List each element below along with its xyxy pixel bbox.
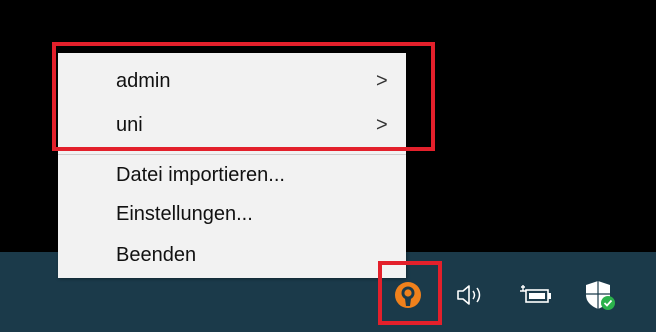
tray-context-menu: admin > uni > Datei importieren... Einst… xyxy=(58,53,406,278)
battery-icon[interactable] xyxy=(518,283,554,307)
chevron-right-icon: > xyxy=(376,70,388,92)
menu-item-label: Einstellungen... xyxy=(116,203,253,225)
menu-item-exit[interactable]: Beenden xyxy=(58,235,406,275)
menu-item-uni[interactable]: uni > xyxy=(58,105,406,145)
menu-item-label: admin xyxy=(116,70,171,92)
menu-item-label: Datei importieren... xyxy=(116,164,285,186)
menu-item-label: Beenden xyxy=(116,244,197,266)
menu-item-admin[interactable]: admin > xyxy=(58,61,406,101)
openvpn-icon[interactable] xyxy=(389,276,427,314)
windows-security-icon[interactable] xyxy=(582,279,618,311)
menu-item-label: uni xyxy=(116,114,143,136)
menu-item-settings[interactable]: Einstellungen... xyxy=(58,194,406,234)
speaker-icon[interactable] xyxy=(454,281,488,309)
menu-item-import-file[interactable]: Datei importieren... xyxy=(58,155,406,195)
chevron-right-icon: > xyxy=(376,114,388,136)
taskbar-edge xyxy=(648,277,656,309)
